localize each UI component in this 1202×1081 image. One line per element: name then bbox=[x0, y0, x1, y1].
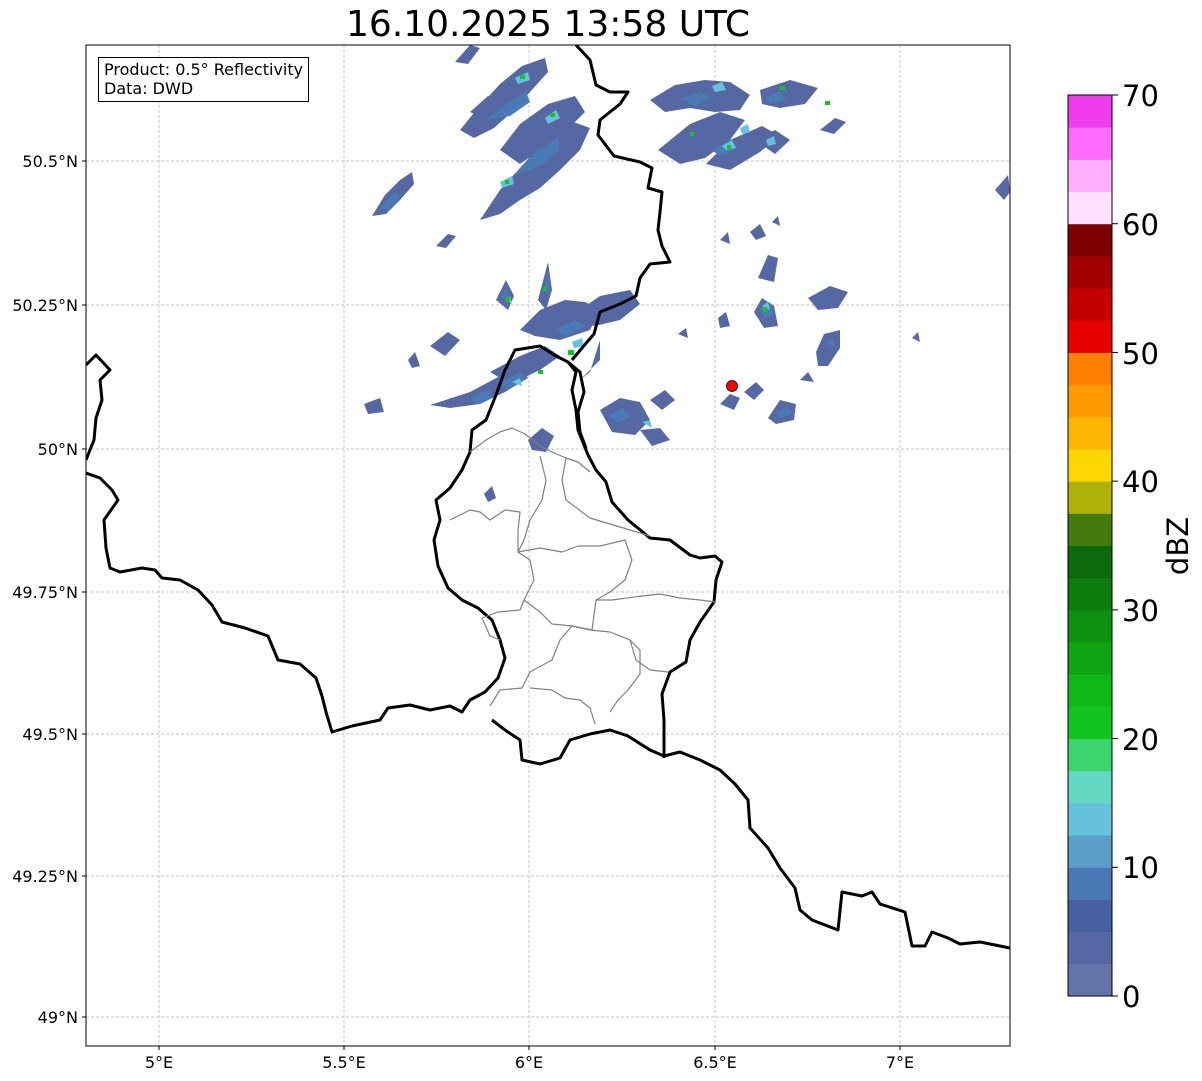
colorbar bbox=[1067, 94, 1118, 997]
lat-tick-label: 50.25°N bbox=[12, 296, 78, 315]
lon-tick-label: 6.5°E bbox=[693, 1053, 737, 1072]
colorbar-tick-label: 0 bbox=[1122, 980, 1140, 1014]
lon-tick-label: 5°E bbox=[145, 1053, 173, 1072]
colorbar-tick-label: 50 bbox=[1122, 337, 1159, 371]
lat-tick-label: 49°N bbox=[38, 1008, 78, 1027]
colorbar-swatch bbox=[1068, 545, 1112, 579]
colorbar-swatch bbox=[1068, 223, 1112, 257]
lon-tick-label: 5.5°E bbox=[322, 1053, 366, 1072]
colorbar-swatch bbox=[1068, 963, 1112, 997]
colorbar-swatch bbox=[1068, 95, 1112, 128]
colorbar-tick-label: 10 bbox=[1122, 851, 1159, 885]
product-label: Product: 0.5° Reflectivity bbox=[104, 60, 304, 79]
colorbar-swatch bbox=[1068, 931, 1112, 965]
colorbar-swatch bbox=[1068, 513, 1112, 546]
colorbar-swatch bbox=[1068, 802, 1112, 836]
colorbar-swatch bbox=[1068, 577, 1112, 611]
colorbar-swatch bbox=[1068, 738, 1112, 772]
data-source-label: Data: DWD bbox=[104, 79, 194, 98]
longitude-axis: 5°E 5.5°E 6°E 6.5°E 7°E bbox=[145, 1046, 914, 1072]
colorbar-swatch bbox=[1068, 770, 1112, 804]
colorbar-swatch bbox=[1068, 835, 1112, 868]
colorbar-tick-label: 20 bbox=[1122, 723, 1159, 757]
colorbar-swatch bbox=[1068, 609, 1112, 643]
map-title: 16.10.2025 13:58 UTC bbox=[345, 4, 751, 45]
latitude-axis: 50.5°N 50.25°N 50°N 49.75°N 49.5°N 49.25… bbox=[12, 152, 86, 1027]
colorbar-tick-labels: 0 10 20 30 40 50 60 70 bbox=[1122, 79, 1159, 1014]
colorbar-swatch bbox=[1068, 320, 1112, 353]
colorbar-swatch bbox=[1068, 448, 1112, 482]
colorbar-swatch bbox=[1068, 481, 1112, 514]
colorbar-tick-label: 60 bbox=[1122, 208, 1159, 242]
lat-tick-label: 50.5°N bbox=[22, 152, 78, 171]
colorbar-swatch bbox=[1068, 416, 1112, 450]
colorbar-tick-label: 40 bbox=[1122, 465, 1159, 499]
colorbar-swatch bbox=[1068, 867, 1112, 900]
colorbar-swatch bbox=[1068, 255, 1112, 289]
radar-site-marker bbox=[726, 380, 738, 392]
colorbar-label: dBZ bbox=[1161, 517, 1195, 575]
colorbar-swatch bbox=[1068, 706, 1112, 740]
lat-tick-label: 49.5°N bbox=[22, 725, 78, 744]
info-box: Product: 0.5° Reflectivity Data: DWD bbox=[98, 57, 310, 102]
lat-tick-label: 49.75°N bbox=[12, 583, 78, 602]
lon-tick-label: 7°E bbox=[886, 1053, 914, 1072]
colorbar-swatch bbox=[1068, 674, 1112, 707]
colorbar-swatch bbox=[1068, 191, 1112, 225]
colorbar-swatch bbox=[1068, 127, 1112, 160]
colorbar-swatch bbox=[1068, 384, 1112, 418]
radar-map: 5°E 5.5°E 6°E 6.5°E 7°E 50.5°N 50.25°N 5… bbox=[12, 44, 1195, 1072]
colorbar-swatch bbox=[1068, 288, 1112, 321]
colorbar-swatch bbox=[1068, 899, 1112, 933]
colorbar-swatch bbox=[1068, 352, 1112, 386]
lat-tick-label: 50°N bbox=[38, 440, 78, 459]
lon-tick-label: 6°E bbox=[515, 1053, 543, 1072]
colorbar-tick-label: 30 bbox=[1122, 594, 1159, 628]
lat-tick-label: 49.25°N bbox=[12, 867, 78, 886]
colorbar-swatch bbox=[1068, 159, 1112, 193]
colorbar-swatch bbox=[1068, 642, 1112, 675]
colorbar-tick-label: 70 bbox=[1122, 79, 1159, 113]
